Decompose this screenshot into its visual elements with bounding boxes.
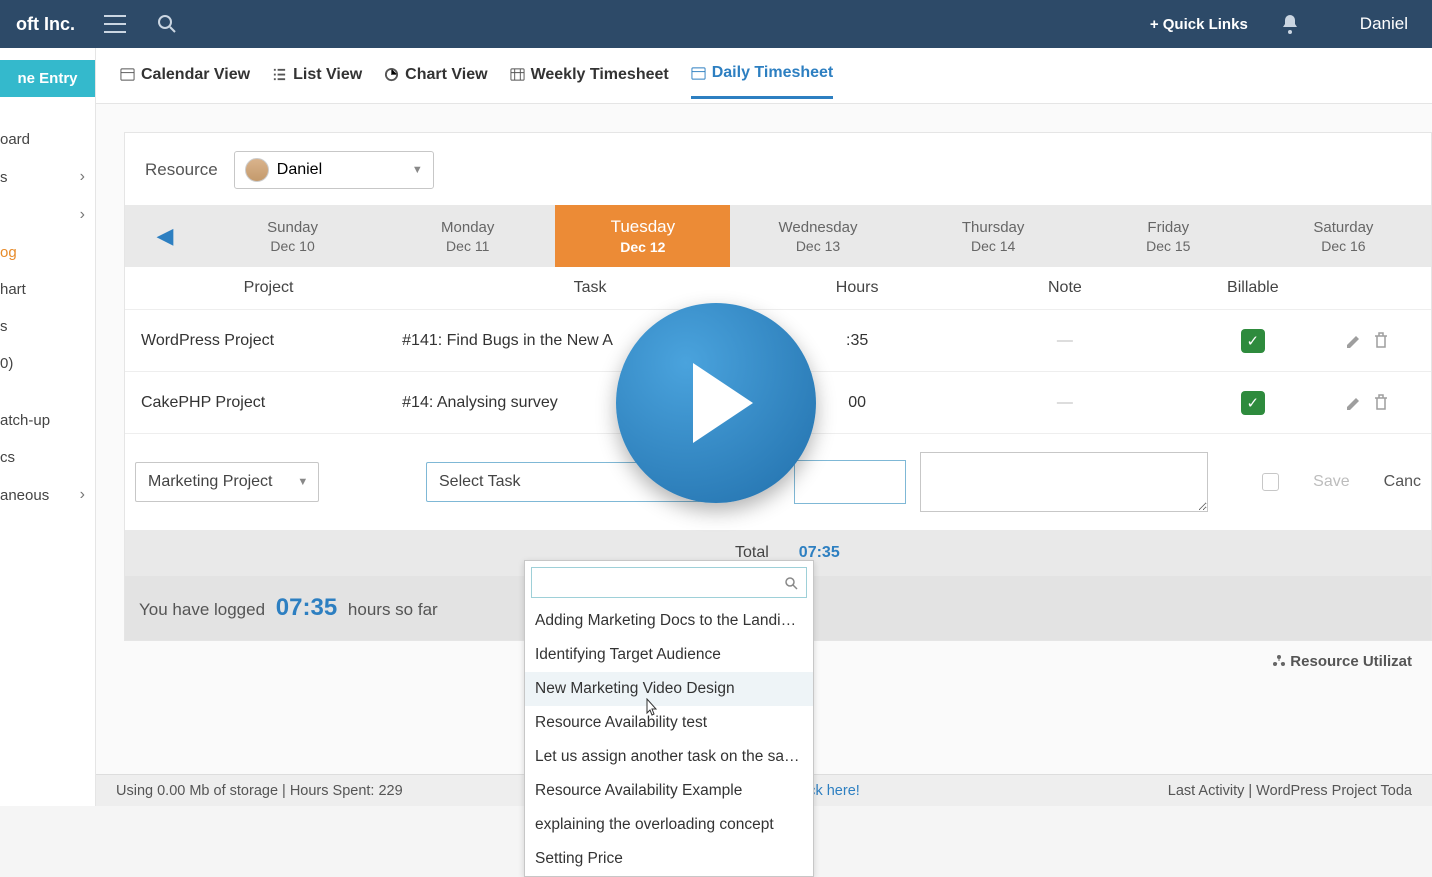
avatar — [245, 158, 269, 182]
play-icon — [693, 363, 753, 443]
billable-cell: ✓ — [1193, 329, 1312, 353]
delete-icon[interactable] — [1373, 332, 1389, 350]
dropdown-search-input[interactable] — [540, 574, 784, 591]
dropdown-option[interactable]: Identifying Target Audience — [525, 638, 813, 672]
day-cell[interactable]: SundayDec 10 — [205, 205, 380, 267]
chevron-down-icon: ▼ — [412, 164, 423, 176]
day-cell[interactable]: WednesdayDec 13 — [730, 205, 905, 267]
column-headers: Project Task Hours Note Billable — [125, 267, 1431, 309]
time-entry-button[interactable]: ne Entry — [0, 60, 95, 97]
note-cell: — — [936, 394, 1193, 412]
day-selector: ◀ SundayDec 10MondayDec 11TuesdayDec 12W… — [125, 205, 1431, 267]
tab-weekly[interactable]: Weekly Timesheet — [510, 66, 669, 98]
cancel-button[interactable]: Canc — [1384, 473, 1421, 491]
note-cell: — — [936, 332, 1193, 350]
check-icon: ✓ — [1241, 329, 1265, 353]
sidebar-item[interactable]: oard — [0, 121, 95, 158]
quick-links[interactable]: + Quick Links — [1150, 16, 1248, 33]
prev-week-button[interactable]: ◀ — [125, 205, 205, 267]
dropdown-option[interactable]: Adding Marketing Docs to the Landing P — [525, 604, 813, 638]
user-name[interactable]: Daniel — [1360, 14, 1408, 34]
sidebar-item[interactable]: hart — [0, 271, 95, 308]
day-cell[interactable]: MondayDec 11 — [380, 205, 555, 267]
hamburger-icon[interactable] — [103, 12, 127, 36]
sidebar-item[interactable]: og — [0, 234, 95, 271]
dropdown-option[interactable]: Resource Availability test — [525, 706, 813, 740]
search-icon — [784, 576, 798, 590]
dropdown-option[interactable]: Let us assign another task on the same — [525, 740, 813, 774]
edit-icon[interactable] — [1345, 394, 1363, 412]
day-cell[interactable]: ThursdayDec 14 — [906, 205, 1081, 267]
billable-checkbox[interactable] — [1262, 473, 1279, 491]
sidebar-item[interactable]: cs — [0, 439, 95, 476]
billable-cell: ✓ — [1193, 391, 1312, 415]
resource-select[interactable]: Daniel ▼ — [234, 151, 434, 189]
chevron-right-icon: › — [80, 168, 85, 186]
tab-calendar[interactable]: Calendar View — [120, 66, 250, 98]
resource-label: Resource — [145, 160, 218, 180]
chevron-right-icon: › — [80, 486, 85, 504]
tab-chart[interactable]: Chart View — [384, 66, 487, 98]
note-input[interactable] — [920, 452, 1208, 512]
dropdown-option[interactable]: Resource Availability Example — [525, 774, 813, 808]
dropdown-option[interactable]: Setting Price — [525, 842, 813, 876]
project-cell: WordPress Project — [135, 332, 402, 350]
sidebar-item[interactable]: › — [0, 196, 95, 234]
brand-name: oft Inc. — [16, 14, 75, 35]
day-cell[interactable]: FridayDec 15 — [1081, 205, 1256, 267]
delete-icon[interactable] — [1373, 394, 1389, 412]
hours-cell: :35 — [778, 332, 936, 350]
bell-icon[interactable] — [1278, 12, 1302, 36]
view-tabs: Calendar View List View Chart View Weekl… — [96, 48, 1432, 104]
tab-list[interactable]: List View — [272, 66, 362, 98]
sidebar-item[interactable]: 0) — [0, 345, 95, 382]
project-select[interactable]: Marketing Project▼ — [135, 462, 319, 502]
resource-value: Daniel — [277, 161, 322, 179]
chevron-down-icon: ▼ — [297, 476, 308, 488]
footer-storage: Using 0.00 Mb of storage | Hours Spent: … — [116, 783, 403, 799]
save-button[interactable]: Save — [1313, 473, 1349, 491]
sidebar-item[interactable]: atch-up — [0, 402, 95, 439]
play-button[interactable] — [616, 303, 816, 503]
dropdown-search[interactable] — [531, 567, 807, 598]
dropdown-option[interactable]: explaining the overloading concept — [525, 808, 813, 842]
day-cell[interactable]: SaturdayDec 16 — [1256, 205, 1431, 267]
tab-daily[interactable]: Daily Timesheet — [691, 64, 834, 99]
check-icon: ✓ — [1241, 391, 1265, 415]
sidebar-item[interactable]: s — [0, 308, 95, 345]
sidebar-item[interactable]: s› — [0, 158, 95, 196]
edit-icon[interactable] — [1345, 332, 1363, 350]
search-icon[interactable] — [155, 12, 179, 36]
dropdown-option[interactable]: New Marketing Video Design — [525, 672, 813, 706]
footer-activity: Last Activity | WordPress Project Toda — [1168, 783, 1412, 799]
chevron-right-icon: › — [80, 206, 85, 224]
topbar: oft Inc. + Quick Links Daniel — [0, 0, 1432, 48]
cursor-icon — [644, 698, 660, 718]
hours-input[interactable] — [794, 460, 906, 504]
sidebar-item[interactable] — [0, 382, 95, 402]
sidebar: ne Entry oards››ogharts0)atch-upcsaneous… — [0, 48, 96, 806]
task-dropdown: Adding Marketing Docs to the Landing PId… — [524, 560, 814, 877]
sidebar-item[interactable]: aneous› — [0, 476, 95, 514]
day-cell[interactable]: TuesdayDec 12 — [555, 205, 730, 267]
project-cell: CakePHP Project — [135, 394, 402, 412]
